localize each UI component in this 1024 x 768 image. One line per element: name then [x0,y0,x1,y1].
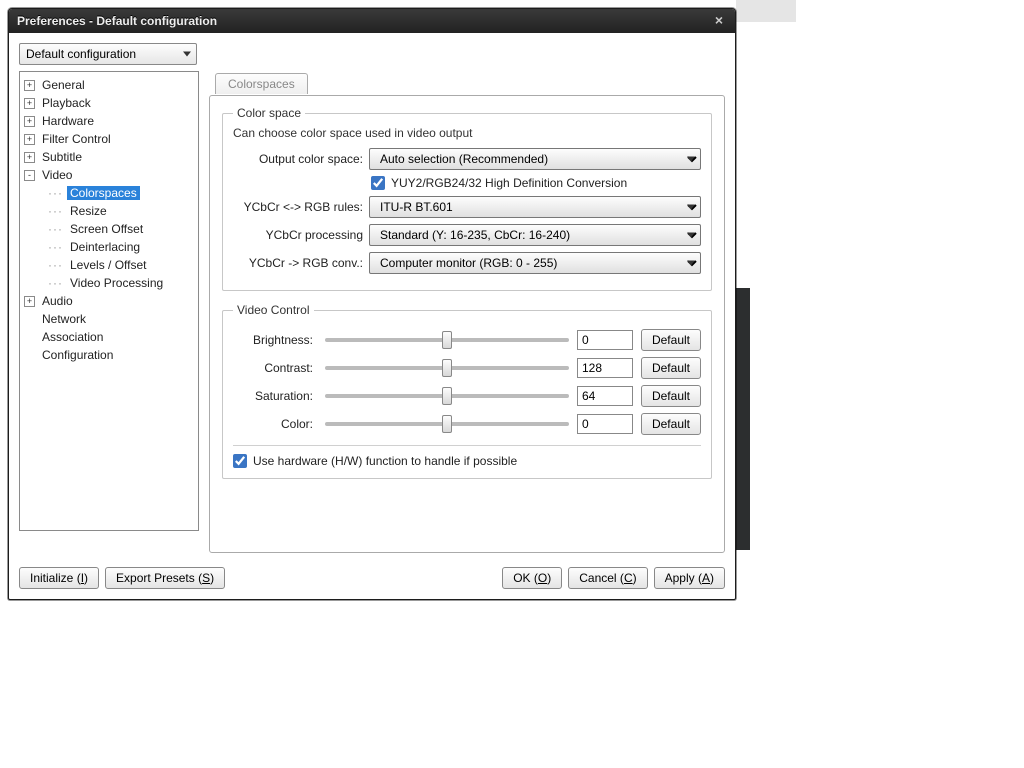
collapse-icon[interactable]: - [24,170,35,181]
ycbcr-rules-label: YCbCr <-> RGB rules: [233,200,369,214]
export-presets-button[interactable]: Export Presets (S) [105,567,225,589]
content-panel: Colorspaces Color space Can choose color… [209,71,725,553]
group-colorspace-legend: Color space [233,106,305,120]
video-control-value[interactable] [577,414,633,434]
ycbcr-conv-select[interactable]: Computer monitor (RGB: 0 - 255) [369,252,701,274]
group-colorspace: Color space Can choose color space used … [222,106,712,291]
output-colorspace-select[interactable]: Auto selection (Recommended) [369,148,701,170]
video-control-default-button[interactable]: Default [641,329,701,351]
ycbcr-rules-select[interactable]: ITU-R BT.601 [369,196,701,218]
tree-lead-icon [24,314,35,325]
hw-function-label[interactable]: Use hardware (H/W) function to handle if… [253,454,517,468]
dialog-body: Default configuration +General+Playback+… [9,33,735,559]
video-control-row: Brightness: Default [233,329,701,351]
video-control-default-button[interactable]: Default [641,357,701,379]
tree-item-subtitle[interactable]: Subtitle [39,150,85,164]
preferences-dialog: Preferences - Default configuration × De… [8,8,736,600]
video-control-default-button[interactable]: Default [641,413,701,435]
tab-label: Colorspaces [228,77,295,91]
tab-colorspaces[interactable]: Colorspaces [215,73,308,94]
tree-item-screen-offset[interactable]: Screen Offset [67,222,146,236]
button-bar: Initialize (I) Export Presets (S) OK (O)… [9,559,735,599]
category-tree[interactable]: + General + Playback + Hardware + Filter Contro… [19,71,199,531]
preset-select[interactable]: Default configuration [19,43,197,65]
expand-icon[interactable]: + [24,98,35,109]
titlebar[interactable]: Preferences - Default configuration × [9,9,735,33]
group-video-control: Video Control Brightness:DefaultContrast… [222,303,712,479]
tree-item-audio[interactable]: Audio [39,294,76,308]
output-colorspace-label: Output color space: [233,152,369,166]
ycbcr-conv-label: YCbCr -> RGB conv.: [233,256,369,270]
video-control-label: Color: [233,417,317,431]
video-control-slider[interactable] [325,387,569,405]
video-control-value[interactable] [577,330,633,350]
group-video-control-legend: Video Control [233,303,314,317]
ok-button[interactable]: OK (O) [502,567,562,589]
initialize-button[interactable]: Initialize (I) [19,567,99,589]
video-control-row: Color: Default [233,413,701,435]
tree-item-configuration[interactable]: Configuration [39,348,116,362]
tree-item-resize[interactable]: Resize [67,204,110,218]
video-control-slider[interactable] [325,415,569,433]
colorspace-hint: Can choose color space used in video out… [233,126,701,140]
expand-icon[interactable]: + [24,134,35,145]
video-control-row: Contrast: Default [233,357,701,379]
ycbcr-processing-select[interactable]: Standard (Y: 16-235, CbCr: 16-240) [369,224,701,246]
window-title: Preferences - Default configuration [17,14,711,28]
expand-icon[interactable]: + [24,152,35,163]
preset-combo-wrap: Default configuration [19,43,197,65]
tree-item-video[interactable]: Video [39,168,75,182]
yuy2-checkbox[interactable] [371,176,385,190]
video-control-default-button[interactable]: Default [641,385,701,407]
tree-item-video-processing[interactable]: Video Processing [67,276,166,290]
video-control-label: Saturation: [233,389,317,403]
tree-item-filter-control[interactable]: Filter Control [39,132,114,146]
video-control-slider[interactable] [325,331,569,349]
hw-function-checkbox[interactable] [233,454,247,468]
tree-item-general[interactable]: General [39,78,88,92]
content-frame: Color space Can choose color space used … [209,95,725,553]
expand-icon[interactable]: + [24,116,35,127]
cancel-button[interactable]: Cancel (C) [568,567,647,589]
tree-item-colorspaces[interactable]: Colorspaces [67,186,140,200]
tree-item-association[interactable]: Association [39,330,106,344]
yuy2-label[interactable]: YUY2/RGB24/32 High Definition Conversion [391,176,627,190]
video-control-label: Brightness: [233,333,317,347]
apply-button[interactable]: Apply (A) [654,567,725,589]
tree-item-deinterlacing[interactable]: Deinterlacing [67,240,143,254]
video-control-value[interactable] [577,386,633,406]
tree-item-network[interactable]: Network [39,312,89,326]
tree-lead-icon [24,350,35,361]
expand-icon[interactable]: + [24,80,35,91]
close-icon[interactable]: × [711,13,727,29]
ycbcr-processing-label: YCbCr processing [233,228,369,242]
tree-lead-icon [24,332,35,343]
video-control-row: Saturation: Default [233,385,701,407]
video-control-label: Contrast: [233,361,317,375]
video-control-value[interactable] [577,358,633,378]
tree-item-hardware[interactable]: Hardware [39,114,97,128]
video-control-slider[interactable] [325,359,569,377]
expand-icon[interactable]: + [24,296,35,307]
tree-item-playback[interactable]: Playback [39,96,94,110]
tree-item-levels-offset[interactable]: Levels / Offset [67,258,149,272]
